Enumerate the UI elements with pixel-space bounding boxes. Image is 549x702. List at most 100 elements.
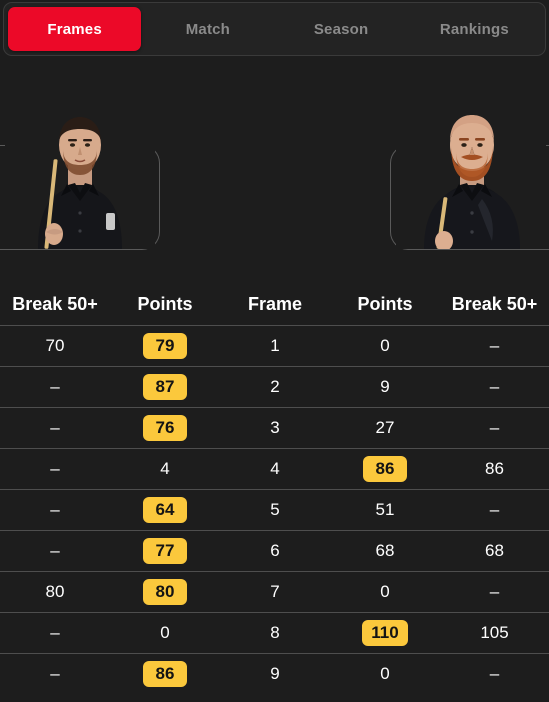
cell-value: – <box>50 623 60 642</box>
cell-value: 4 <box>270 459 280 478</box>
cell-points-right-9: 0 <box>330 654 440 694</box>
cell-points-left-8: 0 <box>110 613 220 653</box>
cell-frame-number-1: 1 <box>220 326 330 366</box>
cell-points-right-6: 68 <box>330 531 440 571</box>
cell-break-left-1: 70 <box>0 326 110 366</box>
cell-break-right-9: – <box>440 654 549 694</box>
table-row: – 64 5 51 – <box>0 489 549 530</box>
cell-points-right-3: 27 <box>330 408 440 448</box>
cell-break-left-7: 80 <box>0 572 110 612</box>
cell-value: 7 <box>270 582 280 601</box>
table-row: 70 79 1 0 – <box>0 325 549 366</box>
tab-season-label: Season <box>313 20 369 38</box>
cell-points-left-5: 64 <box>110 490 220 530</box>
cell-points-left-6: 77 <box>110 531 220 571</box>
cell-break-left-4: – <box>0 449 110 489</box>
cell-value: – <box>50 500 60 519</box>
winner-badge: 79 <box>143 333 187 359</box>
winner-badge: 86 <box>363 456 407 482</box>
cell-points-left-3: 76 <box>110 408 220 448</box>
cell-break-right-4: 86 <box>440 449 549 489</box>
cell-value: – <box>489 418 500 437</box>
cell-frame-number-2: 2 <box>220 367 330 407</box>
cell-value: – <box>489 500 500 519</box>
cell-points-right-7: 0 <box>330 572 440 612</box>
table-row: – 0 8 110 105 <box>0 612 549 653</box>
cell-break-left-9: – <box>0 654 110 694</box>
players-section <box>0 60 549 270</box>
cell-value: 68 <box>485 541 504 560</box>
cell-break-right-3: – <box>440 408 549 448</box>
cell-value: – <box>50 459 60 478</box>
tab-rankings-label: Rankings <box>439 20 509 38</box>
cell-break-right-2: – <box>440 367 549 407</box>
tab-bar: Frames Match Season Rankings <box>3 2 546 56</box>
player-left-frame <box>0 101 160 250</box>
table-row: – 77 6 68 68 <box>0 530 549 571</box>
cell-value: 6 <box>270 541 280 560</box>
cell-value: – <box>50 418 60 437</box>
winner-badge: 80 <box>143 579 187 605</box>
cell-value: 8 <box>270 623 280 642</box>
cell-frame-number-3: 3 <box>220 408 330 448</box>
table-row: – 4 4 86 86 <box>0 448 549 489</box>
table-body: 70 79 1 0– –87 2 9– –76 3 27– –4 4 86 86–64 5 51– –77 6 68… <box>0 325 549 694</box>
header-break-left: Break 50+ <box>12 293 98 314</box>
cell-break-right-5: – <box>440 490 549 530</box>
cell-frame-number-5: 5 <box>220 490 330 530</box>
header-points-right: Points <box>357 293 413 314</box>
cell-value: 0 <box>380 664 390 683</box>
table-header-row: Break 50+ Points Frame Points Break 50+ <box>0 283 549 325</box>
header-points-left: Points <box>137 293 193 314</box>
cell-value: 9 <box>380 377 390 396</box>
header-break-right: Break 50+ <box>451 293 538 314</box>
table-row: 80 80 7 0 – <box>0 571 549 612</box>
cell-value: 5 <box>270 500 280 519</box>
winner-badge: 86 <box>143 661 187 687</box>
cell-points-left-9: 86 <box>110 654 220 694</box>
cell-break-right-7: – <box>440 572 549 612</box>
cell-value: – <box>50 377 60 396</box>
cell-points-right-8: 110 <box>330 613 440 653</box>
winner-badge: 77 <box>143 538 187 564</box>
cell-value: 86 <box>485 459 504 478</box>
cell-frame-number-4: 4 <box>220 449 330 489</box>
cell-value: 0 <box>380 582 390 601</box>
cell-frame-number-9: 9 <box>220 654 330 694</box>
player-right-frame <box>390 101 549 250</box>
cell-break-left-2: – <box>0 367 110 407</box>
cell-value: – <box>489 377 500 396</box>
cell-points-left-1: 79 <box>110 326 220 366</box>
cell-value: 4 <box>160 459 170 478</box>
cell-value: 27 <box>375 418 395 437</box>
tab-frames[interactable]: Frames <box>8 7 142 51</box>
winner-badge: 110 <box>362 620 408 646</box>
cell-value: 70 <box>45 336 65 355</box>
cell-frame-number-8: 8 <box>220 613 330 653</box>
tab-season[interactable]: Season <box>275 7 408 51</box>
player-left-photo <box>5 101 155 249</box>
cell-points-right-5: 51 <box>330 490 440 530</box>
table-row: – 87 2 9 – <box>0 366 549 407</box>
winner-badge: 76 <box>143 415 187 441</box>
tab-frames-label: Frames <box>47 20 102 38</box>
winner-badge: 87 <box>143 374 187 400</box>
frames-scoreboard-screen: Frames Match Season Rankings Break 50+ P… <box>0 0 549 702</box>
cell-frame-number-7: 7 <box>220 572 330 612</box>
tab-match-label: Match <box>185 20 231 38</box>
cell-value: – <box>489 664 500 683</box>
cell-value: 0 <box>380 336 390 355</box>
cell-value: 9 <box>270 664 280 683</box>
cell-points-right-4: 86 <box>330 449 440 489</box>
cell-points-left-4: 4 <box>110 449 220 489</box>
cell-value: 3 <box>270 418 280 437</box>
cell-break-left-5: – <box>0 490 110 530</box>
cell-points-right-1: 0 <box>330 326 440 366</box>
cell-value: – <box>50 541 60 560</box>
tab-rankings[interactable]: Rankings <box>408 7 541 51</box>
player-right-photo <box>396 101 546 249</box>
tab-match[interactable]: Match <box>141 7 274 51</box>
cell-break-left-8: – <box>0 613 110 653</box>
cell-points-left-7: 80 <box>110 572 220 612</box>
table-row: – 76 3 27 – <box>0 407 549 448</box>
